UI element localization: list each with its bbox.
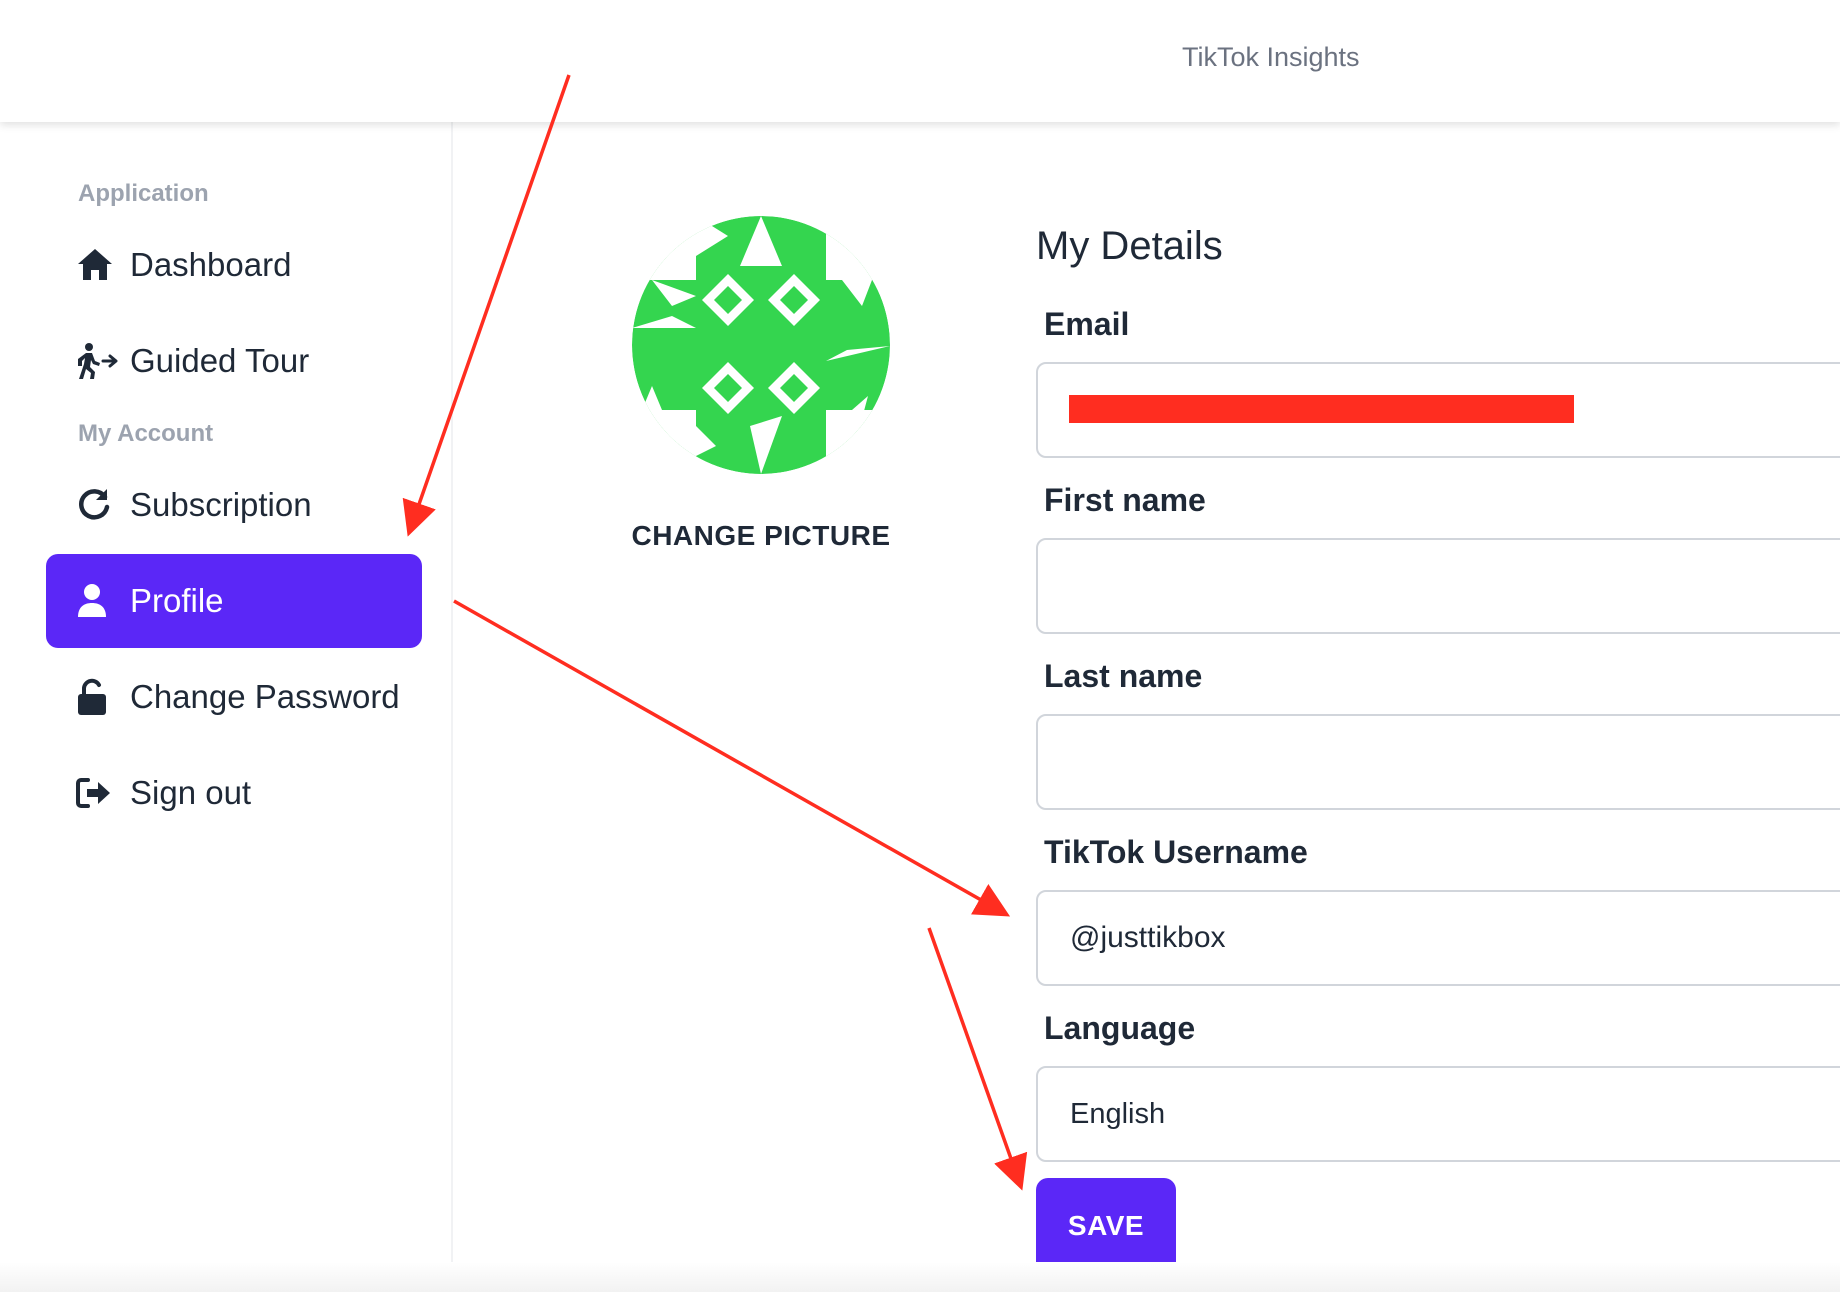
save-button[interactable]: SAVE [1036,1178,1176,1274]
annotation-arrow-to-username [453,599,1011,917]
email-label: Email [1044,306,1130,342]
tiktok-username-field[interactable] [1036,890,1840,986]
form-title: My Details [1036,224,1223,268]
first-name-label: First name [1044,482,1206,518]
profile-page: TikTok Insights Application Dashboard Gu… [0,0,1840,1292]
sidebar-item-label: Guided Tour [130,342,310,379]
tiktok-username-label: TikTok Username [1044,834,1308,870]
refresh-icon [76,485,122,525]
sign-out-icon [76,773,122,813]
change-picture-button[interactable]: CHANGE PICTURE [560,520,962,552]
walking-person-icon [76,341,122,381]
sidebar-item-profile[interactable]: Profile [46,554,422,648]
user-icon [76,581,122,621]
sidebar-item-label: Profile [130,582,224,619]
sidebar-item-sign-out[interactable]: Sign out [46,746,422,840]
first-name-field[interactable] [1036,538,1840,634]
sidebar-item-label: Dashboard [130,246,292,283]
sidebar-item-change-password[interactable]: Change Password [46,650,422,744]
sidebar-section-application: Application [78,180,209,207]
language-label: Language [1044,1010,1196,1046]
annotation-arrow-to-save [927,927,1028,1191]
sidebar-item-dashboard[interactable]: Dashboard [46,218,422,312]
language-select[interactable]: English [1036,1066,1840,1162]
email-redaction [1069,395,1574,423]
last-name-field[interactable] [1036,714,1840,810]
top-bar: TikTok Insights [0,0,1840,122]
sidebar-item-label: Subscription [130,486,312,523]
unlock-icon [76,677,122,717]
home-icon [76,245,122,285]
sidebar-section-my-account: My Account [78,420,214,447]
sidebar-item-subscription[interactable]: Subscription [46,458,422,552]
last-name-label: Last name [1044,658,1203,694]
language-select-value: English [1070,1097,1166,1130]
sidebar-item-label: Change Password [130,678,400,715]
sidebar-item-label: Sign out [130,774,252,811]
avatar [632,216,890,474]
app-title: TikTok Insights [1182,42,1360,72]
sidebar-item-guided-tour[interactable]: Guided Tour [46,314,422,408]
sidebar: Application Dashboard Guided Tour My Acc… [0,122,453,1292]
